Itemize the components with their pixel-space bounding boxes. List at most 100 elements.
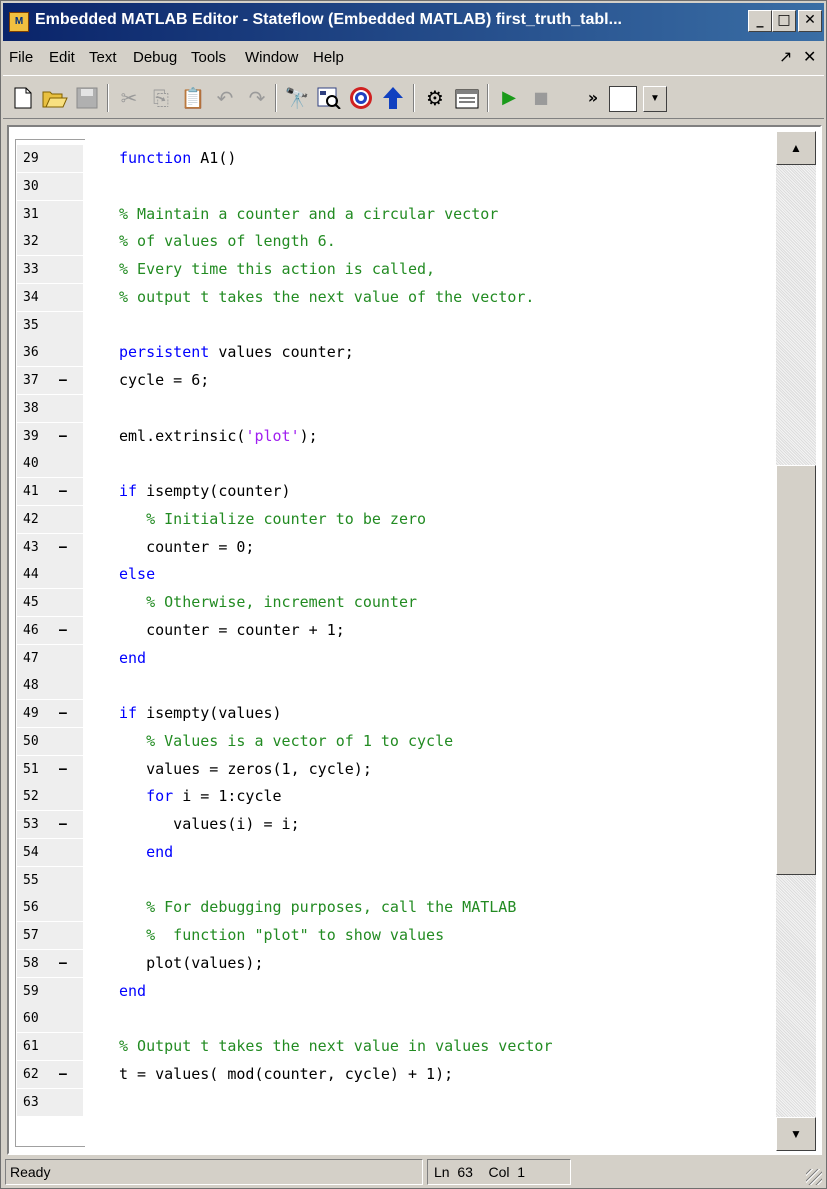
code-editor[interactable]: 29 function A1() 30 31 % Maintain a counter … [7, 125, 822, 1155]
breakpoint-marker[interactable] [55, 311, 83, 339]
code-text[interactable]: % function "plot" to show values [119, 922, 444, 949]
close-button[interactable]: ✕ [798, 10, 822, 32]
breakpoint-marker[interactable] [55, 505, 83, 533]
code-text[interactable]: function A1() [119, 145, 236, 172]
menu-debug[interactable]: Debug [133, 49, 177, 66]
breakpoint-marker[interactable] [55, 672, 83, 700]
code-line[interactable]: 34 % output t takes the next value of the… [15, 283, 770, 311]
code-line[interactable]: 30 [15, 172, 770, 200]
code-text[interactable]: if isempty(values) [119, 700, 282, 727]
maximize-button[interactable]: □ [772, 10, 796, 32]
breakpoint-marker[interactable]: – [55, 616, 83, 644]
cut-icon[interactable]: ✂ [115, 84, 143, 112]
breakpoint-marker[interactable]: – [55, 1060, 83, 1088]
menu-text[interactable]: Text [89, 49, 117, 66]
find-binoculars-icon[interactable]: 🔭 [283, 84, 311, 112]
breakpoint-marker[interactable]: – [55, 755, 83, 783]
code-text[interactable]: plot(values); [119, 950, 263, 977]
code-text[interactable]: persistent values counter; [119, 339, 354, 366]
code-line[interactable]: 57 % function "plot" to show values [15, 922, 770, 949]
go-to-parent-icon[interactable] [379, 84, 407, 112]
breakpoint-marker[interactable]: – [55, 811, 83, 838]
breakpoint-marker[interactable] [55, 894, 83, 922]
undo-icon[interactable]: ↶ [211, 84, 239, 112]
title-bar[interactable]: M Embedded MATLAB Editor - Stateflow (Em… [3, 3, 824, 41]
code-text[interactable]: % Initialize counter to be zero [119, 506, 426, 533]
code-line[interactable]: 43– counter = 0; [15, 533, 770, 561]
breakpoint-marker[interactable] [55, 1033, 83, 1060]
target-icon[interactable] [347, 84, 375, 112]
breakpoint-marker[interactable] [55, 450, 83, 478]
stop-icon[interactable]: ■ [527, 84, 555, 112]
run-icon[interactable]: ▶ [495, 84, 523, 112]
more-tools-icon[interactable]: » [579, 84, 607, 112]
menu-help[interactable]: Help [313, 49, 344, 66]
scroll-down-button[interactable]: ▼ [776, 1117, 816, 1151]
code-line[interactable]: 55 [15, 866, 770, 894]
window-layout-icon[interactable] [609, 86, 637, 112]
breakpoint-marker[interactable] [55, 561, 83, 589]
code-line[interactable]: 29 function A1() [15, 145, 770, 172]
code-line[interactable]: 38 [15, 394, 770, 422]
copy-icon[interactable]: ⎘ [147, 84, 175, 112]
code-line[interactable]: 48 [15, 672, 770, 700]
code-line[interactable]: 41– if isempty(counter) [15, 478, 770, 505]
code-text[interactable]: counter = 0; [119, 534, 254, 561]
breakpoint-marker[interactable] [55, 977, 83, 1005]
breakpoint-marker[interactable] [55, 228, 83, 256]
menu-edit[interactable]: Edit [49, 49, 75, 66]
new-file-icon[interactable] [9, 84, 37, 112]
code-line[interactable]: 62– t = values( mod(counter, cycle) + 1); [15, 1060, 770, 1088]
breakpoint-marker[interactable] [55, 1005, 83, 1033]
code-line[interactable]: 31 % Maintain a counter and a circular ve… [15, 200, 770, 228]
layout-dropdown-arrow-icon[interactable]: ▼ [643, 86, 667, 112]
code-area[interactable]: 29 function A1() 30 31 % Maintain a counter … [15, 131, 770, 1151]
breakpoint-marker[interactable] [55, 394, 83, 422]
code-line[interactable]: 45 % Otherwise, increment counter [15, 589, 770, 616]
vertical-scrollbar[interactable]: ▲ ▼ [776, 131, 816, 1151]
code-line[interactable]: 58– plot(values); [15, 949, 770, 977]
minimize-button[interactable]: _ [748, 10, 772, 32]
matlab-app-icon[interactable]: M [9, 12, 29, 32]
resize-grip-icon[interactable] [806, 1169, 822, 1185]
code-line[interactable]: 59 end [15, 977, 770, 1005]
menu-tools[interactable]: Tools [191, 49, 226, 66]
code-line[interactable]: 39– eml.extrinsic('plot'); [15, 422, 770, 450]
code-line[interactable]: 53– values(i) = i; [15, 811, 770, 838]
breakpoint-marker[interactable] [55, 145, 83, 172]
scroll-thumb[interactable] [776, 465, 816, 875]
breakpoint-marker[interactable] [55, 922, 83, 949]
breakpoint-marker[interactable]: – [55, 422, 83, 450]
code-text[interactable]: counter = counter + 1; [119, 617, 345, 644]
breakpoint-marker[interactable]: – [55, 700, 83, 727]
breakpoint-marker[interactable] [55, 866, 83, 894]
code-text[interactable]: end [119, 645, 146, 672]
undock-icon[interactable]: ↗ [779, 47, 792, 67]
code-line[interactable]: 50 % Values is a vector of 1 to cycle [15, 727, 770, 755]
code-text[interactable]: for i = 1:cycle [119, 783, 281, 810]
code-line[interactable]: 46– counter = counter + 1; [15, 616, 770, 644]
code-line[interactable]: 52 for i = 1:cycle [15, 783, 770, 811]
breakpoint-marker[interactable]: – [55, 949, 83, 977]
redo-icon[interactable]: ↷ [243, 84, 271, 112]
breakpoint-marker[interactable] [55, 783, 83, 811]
code-text[interactable]: else [119, 561, 155, 588]
code-text[interactable]: % For debugging purposes, call the MATLA… [119, 894, 516, 921]
breakpoint-marker[interactable] [55, 256, 83, 283]
code-line[interactable]: 40 [15, 450, 770, 478]
breakpoint-marker[interactable]: – [55, 478, 83, 505]
code-text[interactable]: % of values of length 6. [119, 228, 336, 255]
breakpoint-marker[interactable] [55, 172, 83, 200]
open-file-icon[interactable] [41, 84, 69, 112]
code-text[interactable]: t = values( mod(counter, cycle) + 1); [119, 1061, 453, 1088]
code-line[interactable]: 33 % Every time this action is called, [15, 256, 770, 283]
code-text[interactable]: % Maintain a counter and a circular vect… [119, 201, 498, 228]
scroll-up-button[interactable]: ▲ [776, 131, 816, 165]
breakpoint-marker[interactable] [55, 1088, 83, 1116]
breakpoint-marker[interactable] [55, 200, 83, 228]
code-text[interactable]: % Otherwise, increment counter [119, 589, 417, 616]
build-icon[interactable]: ⚙ [421, 84, 449, 112]
breakpoint-marker[interactable] [55, 838, 83, 866]
breakpoint-marker[interactable] [55, 283, 83, 311]
breakpoint-marker[interactable] [55, 727, 83, 755]
